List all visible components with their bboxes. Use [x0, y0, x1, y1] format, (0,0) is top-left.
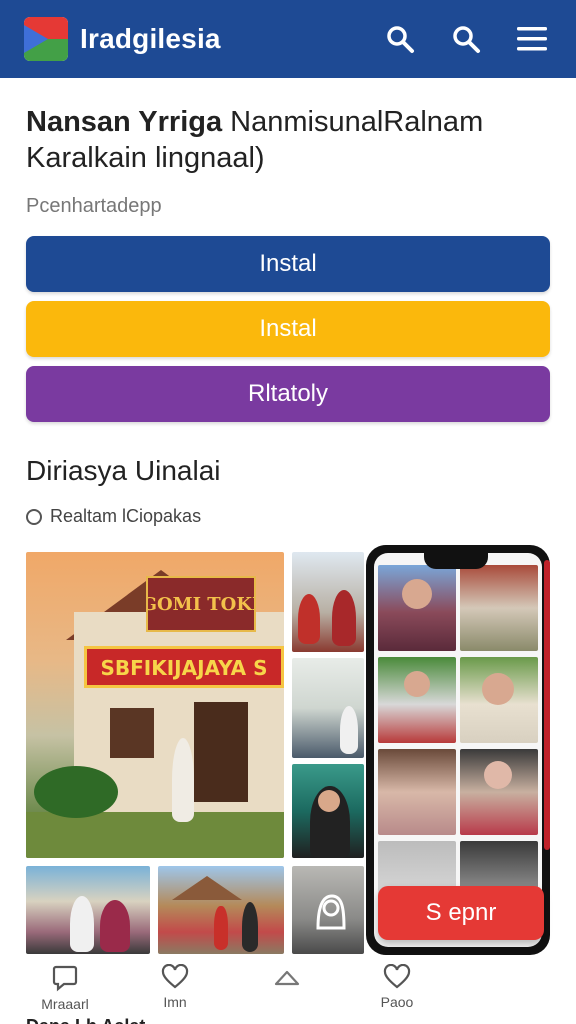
headline-line2: Karalkain lingnaal) [26, 142, 265, 174]
banner-text: SBFIKIJAJAYA S [100, 656, 267, 680]
top-app-bar: Iradgilesia [0, 0, 576, 78]
nav-item-up[interactable] [242, 964, 332, 994]
photo-tile[interactable] [292, 552, 364, 652]
phone-gallery-item[interactable] [460, 749, 538, 835]
nav-label: Paoo [380, 994, 414, 1010]
phone-gallery-item[interactable] [378, 749, 456, 835]
nav-label: Mraaarl [41, 996, 89, 1012]
phone-gallery-item[interactable] [378, 657, 456, 743]
building-banner: SBFIKIJAJAYA S [84, 646, 284, 688]
search-icon[interactable] [446, 19, 486, 59]
photo-tile[interactable] [292, 764, 364, 858]
radio-icon[interactable] [26, 508, 42, 525]
flag-logo[interactable] [24, 17, 68, 61]
building-sign: GOMI TOKI [142, 576, 260, 632]
install-button-yellow[interactable]: Instal [26, 301, 550, 357]
phone-gallery-item[interactable] [460, 565, 538, 651]
subtitle: Pcenhartadepp [26, 195, 162, 217]
bottom-navigation: Mraaarl Imn Paoo [0, 958, 576, 1024]
photo-tile[interactable] [26, 866, 150, 954]
sign-text: GOMI TOKI [148, 594, 254, 615]
floating-action-button[interactable]: S epnr [378, 886, 544, 940]
nav-item-favorites[interactable]: Imn [130, 964, 220, 1010]
purple-action-button[interactable]: Rltatoly [26, 366, 550, 422]
radio-option[interactable]: Realtam lCiopakas [26, 506, 201, 527]
nav-item-messages[interactable]: Mraaarl [20, 964, 110, 1012]
install-button-blue[interactable]: Instal [26, 236, 550, 292]
headline-rest: NanmisunalRalnam [222, 106, 484, 138]
heart-icon [161, 964, 189, 989]
photo-tile[interactable] [292, 658, 364, 758]
section-title: Diriasya Uinalai [26, 455, 221, 486]
page-headline: Nansan Yrriga NanmisunalRalnam Karalkain… [26, 104, 556, 176]
main-photo[interactable]: GOMI TOKI SBFIKIJAJAYA S [26, 552, 284, 858]
footer-partial-text: Dana Lh Aalat [26, 1016, 145, 1024]
search-icon[interactable] [380, 19, 420, 59]
app-title: Iradgilesia [80, 23, 221, 54]
headline-bold: Nansan Yrriga [26, 106, 223, 138]
phone-gallery-item[interactable] [460, 657, 538, 743]
heart-icon [383, 964, 411, 989]
menu-icon[interactable] [512, 19, 552, 59]
photo-tile[interactable] [158, 866, 284, 954]
chat-icon [52, 965, 78, 992]
nav-label: Imn [163, 994, 187, 1010]
top-actions [380, 19, 552, 59]
phone-gallery-item[interactable] [378, 565, 456, 651]
nav-item-profile[interactable]: Paoo [352, 964, 442, 1010]
up-arrow-icon [274, 970, 300, 986]
radio-label: Realtam lCiopakas [50, 506, 202, 526]
video-play-icon[interactable] [312, 888, 350, 934]
edge-strip [544, 560, 550, 850]
